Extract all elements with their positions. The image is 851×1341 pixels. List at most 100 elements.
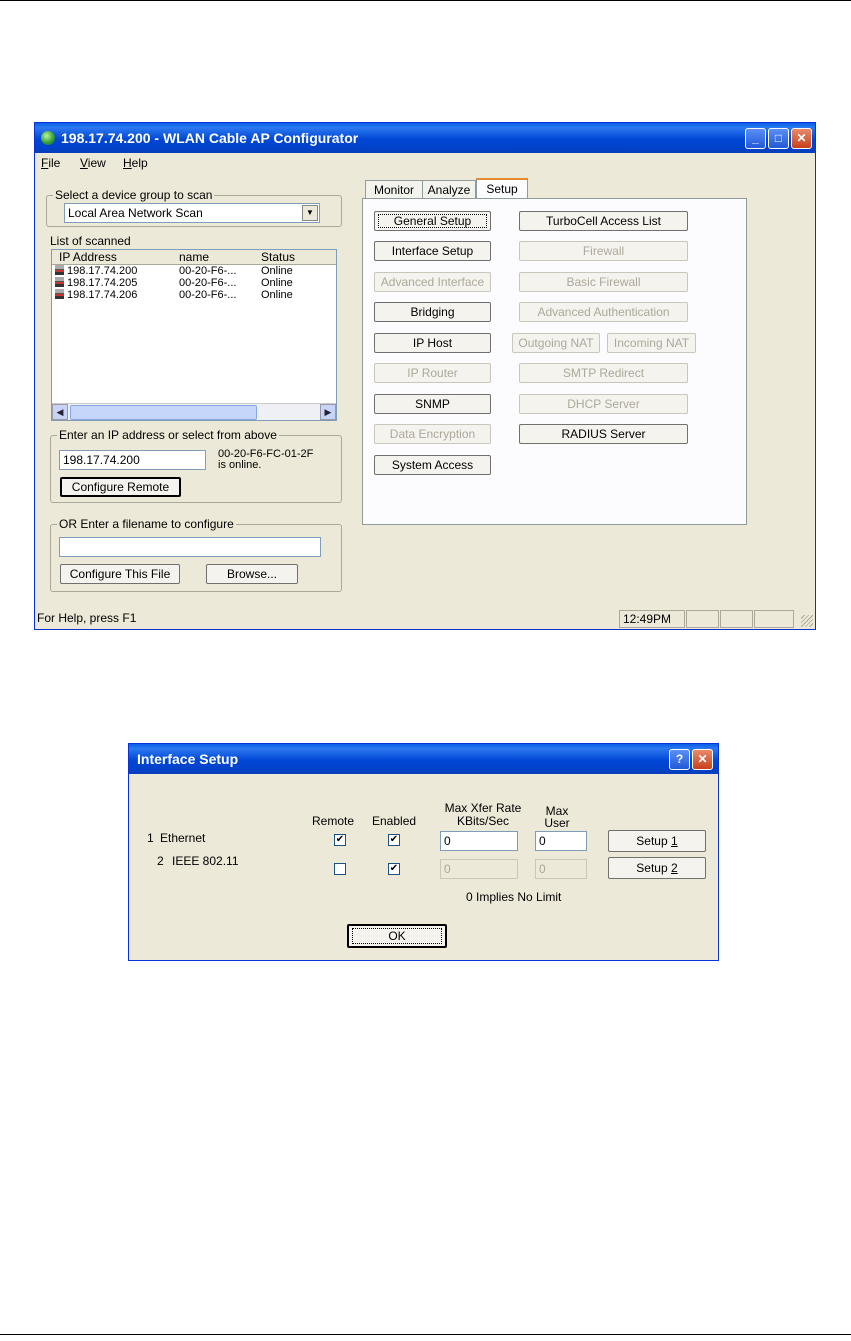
advanced-authentication-button[interactable]: Advanced Authentication [519, 302, 688, 322]
status-time: 12:49PM [619, 610, 685, 628]
system-access-button[interactable]: System Access [374, 455, 491, 475]
max-user-input-2[interactable]: 0 [535, 859, 587, 879]
tab-setup[interactable]: Setup [476, 178, 528, 199]
header-remote: Remote [312, 814, 355, 828]
computer-icon [55, 265, 64, 275]
incoming-nat-button[interactable]: Incoming NAT [607, 333, 696, 353]
file-group-legend: OR Enter a filename to configure [57, 517, 236, 531]
tab-monitor[interactable]: Monitor [365, 180, 423, 198]
row-ip: 198.17.74.200 [67, 265, 138, 277]
header-max-line2: User [544, 816, 570, 830]
dhcp-server-button[interactable]: DHCP Server [519, 394, 688, 414]
remote-checkbox-2[interactable] [334, 863, 346, 875]
filename-input[interactable] [59, 537, 321, 557]
basic-firewall-button[interactable]: Basic Firewall [519, 272, 688, 292]
smtp-redirect-button[interactable]: SMTP Redirect [519, 363, 688, 383]
data-encryption-button[interactable]: Data Encryption [374, 424, 491, 444]
row-ip: 198.17.74.206 [67, 289, 138, 301]
scroll-left-icon[interactable]: ◀ [52, 404, 68, 420]
device-group-select[interactable]: Local Area Network Scan ▼ [64, 203, 320, 223]
firewall-button[interactable]: Firewall [519, 241, 688, 261]
scroll-right-icon[interactable]: ▶ [320, 404, 336, 420]
row-number: 1 [147, 831, 154, 845]
configure-this-file-button[interactable]: Configure This File [60, 564, 180, 584]
general-setup-button[interactable]: General Setup [374, 211, 491, 231]
minimize-icon[interactable]: _ [745, 128, 766, 149]
menu-view[interactable]: View [80, 156, 106, 170]
no-limit-note: 0 Implies No Limit [466, 890, 562, 904]
menu-bar: File View Help [35, 153, 815, 173]
setup-1-button[interactable]: Setup 1 [608, 830, 706, 852]
globe-icon [41, 131, 55, 145]
help-icon[interactable]: ? [669, 749, 690, 770]
scan-group-legend: Select a device group to scan [53, 188, 215, 202]
top-rule [0, 0, 851, 1]
outgoing-nat-button[interactable]: Outgoing NAT [512, 333, 600, 353]
col-name[interactable]: name [179, 250, 209, 264]
row-name: 00-20-F6-... [179, 277, 237, 289]
ip-host-button[interactable]: IP Host [374, 333, 491, 353]
row-name: 00-20-F6-... [179, 265, 237, 277]
ip-address-input[interactable]: 198.17.74.200 [59, 450, 206, 470]
rate-input-2[interactable]: 0 [440, 859, 518, 879]
table-row[interactable]: 198.17.74.206 00-20-F6-... Online [52, 289, 336, 301]
status-bar: For Help, press F1 12:49PM [35, 607, 815, 629]
dialog-title: Interface Setup [137, 751, 239, 767]
computer-icon [55, 289, 64, 299]
main-window: 198.17.74.200 - WLAN Cable AP Configurat… [34, 122, 816, 630]
list-header: IP Address name Status [52, 250, 336, 265]
ip-router-button[interactable]: IP Router [374, 363, 491, 383]
bottom-rule [0, 1334, 851, 1335]
setup-2-button[interactable]: Setup 2 [608, 857, 706, 879]
browse-button[interactable]: Browse... [206, 564, 298, 584]
row-name: 00-20-F6-... [179, 289, 237, 301]
table-row[interactable]: 198.17.74.205 00-20-F6-... Online [52, 277, 336, 289]
row-number: 2 [157, 854, 164, 868]
header-rate-line2: KBits/Sec [456, 814, 510, 828]
row-ip: 198.17.74.205 [67, 277, 138, 289]
status-pane [754, 610, 794, 628]
header-enabled: Enabled [372, 814, 417, 828]
interface-setup-button[interactable]: Interface Setup [374, 241, 491, 261]
maximize-icon[interactable]: □ [768, 128, 789, 149]
col-ip-address[interactable]: IP Address [59, 250, 117, 264]
computer-icon [55, 277, 64, 287]
menu-file[interactable]: File [41, 156, 60, 170]
header-rate-line1: Max Xfer Rate [444, 801, 522, 815]
scanned-device-list[interactable]: IP Address name Status 198.17.74.200 00-… [51, 249, 337, 421]
row-status: Online [261, 265, 293, 277]
turbocell-access-list-button[interactable]: TurboCell Access List [519, 211, 688, 231]
device-info-line2: is online. [218, 459, 262, 471]
interface-name: IEEE 802.11 [172, 854, 239, 868]
snmp-button[interactable]: SNMP [374, 394, 491, 414]
interface-name: Ethernet [160, 831, 206, 845]
enabled-checkbox-1[interactable]: ✔ [388, 834, 400, 846]
dialog-title-bar[interactable]: Interface Setup ? ✕ [129, 744, 718, 774]
menu-help[interactable]: Help [123, 156, 148, 170]
status-pane [720, 610, 753, 628]
remote-checkbox-1[interactable]: ✔ [334, 834, 346, 846]
window-title: 198.17.74.200 - WLAN Cable AP Configurat… [61, 130, 359, 146]
horizontal-scrollbar[interactable]: ◀ ▶ [52, 403, 336, 420]
radius-server-button[interactable]: RADIUS Server [519, 424, 688, 444]
scroll-thumb[interactable] [70, 405, 257, 420]
enabled-checkbox-2[interactable]: ✔ [388, 863, 400, 875]
dialog-close-icon[interactable]: ✕ [692, 749, 713, 770]
ok-button[interactable]: OK [347, 924, 447, 948]
setup-panel: General Setup Interface Setup Advanced I… [362, 198, 747, 525]
rate-input-1[interactable]: 0 [440, 831, 518, 851]
tab-analyze[interactable]: Analyze [422, 180, 476, 198]
resize-grip-icon[interactable] [801, 615, 813, 627]
advanced-interface-button[interactable]: Advanced Interface [374, 272, 491, 292]
device-group-value: Local Area Network Scan [68, 206, 203, 220]
configure-remote-button[interactable]: Configure Remote [60, 477, 181, 497]
col-status[interactable]: Status [261, 250, 295, 264]
close-icon[interactable]: ✕ [791, 128, 812, 149]
interface-setup-dialog: Interface Setup ? ✕ Remote Enabled Max X… [128, 743, 719, 961]
status-pane [686, 610, 719, 628]
table-row[interactable]: 198.17.74.200 00-20-F6-... Online [52, 265, 336, 277]
title-bar[interactable]: 198.17.74.200 - WLAN Cable AP Configurat… [35, 123, 815, 153]
bridging-button[interactable]: Bridging [374, 302, 491, 322]
max-user-input-1[interactable]: 0 [535, 831, 587, 851]
dropdown-arrow-icon[interactable]: ▼ [302, 205, 318, 221]
